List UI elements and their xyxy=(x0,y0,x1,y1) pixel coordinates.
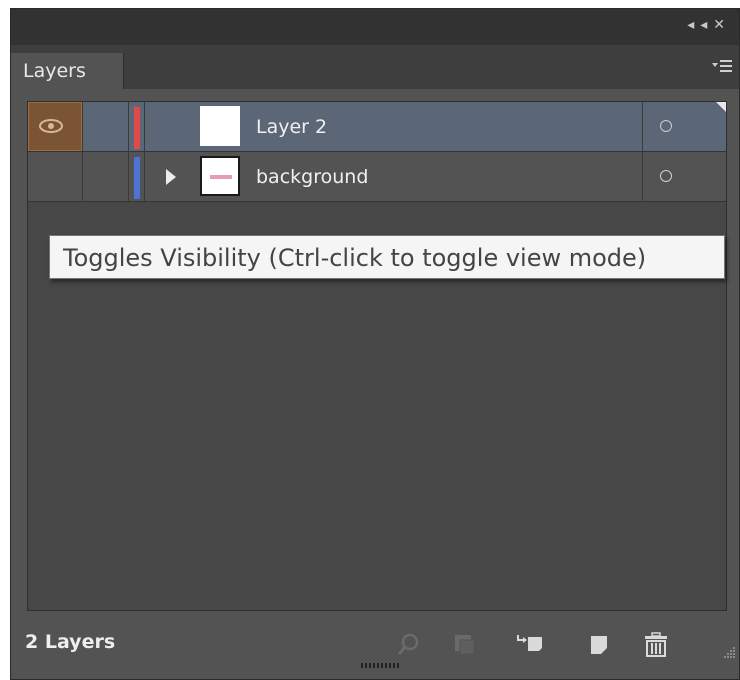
tab-row: Layers xyxy=(11,45,739,89)
layers-panel: ◂◂✕ Layers Layer 2 background Toggles Vi… xyxy=(10,8,740,680)
make-clipping-mask-icon[interactable] xyxy=(451,631,479,659)
layer-name[interactable]: Layer 2 xyxy=(256,102,327,152)
visibility-toggle[interactable] xyxy=(28,102,82,151)
layer-thumbnail xyxy=(200,156,240,196)
panel-menu-icon[interactable] xyxy=(711,57,733,75)
layer-thumbnail xyxy=(200,106,240,146)
layer-row-layer-2[interactable]: Layer 2 xyxy=(28,102,726,152)
locate-object-icon[interactable] xyxy=(395,631,423,659)
close-icon[interactable]: ✕ xyxy=(713,17,731,33)
layer-name[interactable]: background xyxy=(256,152,368,202)
delete-layer-icon[interactable] xyxy=(641,631,671,659)
resize-grip-icon[interactable] xyxy=(722,645,736,659)
target-circle-icon[interactable] xyxy=(660,170,672,182)
expand-arrow-icon[interactable] xyxy=(166,169,176,185)
titlebar-buttons: ◂◂✕ xyxy=(687,17,731,33)
tab-layers[interactable]: Layers xyxy=(11,53,124,89)
panel-titlebar: ◂◂✕ xyxy=(11,9,739,46)
double-left-arrow-icon[interactable]: ◂◂ xyxy=(687,17,713,33)
selection-indicator-icon xyxy=(716,102,726,112)
eye-icon xyxy=(39,119,63,133)
layer-count: 2 Layers xyxy=(25,631,116,653)
create-sublayer-icon[interactable] xyxy=(515,631,547,659)
layer-row-background[interactable]: background xyxy=(28,152,726,202)
layer-color-indicator xyxy=(134,157,140,199)
target-circle-icon[interactable] xyxy=(660,120,672,132)
layers-list: Layer 2 background xyxy=(27,101,727,611)
create-new-layer-icon[interactable] xyxy=(585,631,613,659)
panel-resize-handle-icon[interactable] xyxy=(355,661,405,669)
layer-color-indicator xyxy=(134,107,140,149)
visibility-tooltip: Toggles Visibility (Ctrl-click to toggle… xyxy=(49,235,725,279)
